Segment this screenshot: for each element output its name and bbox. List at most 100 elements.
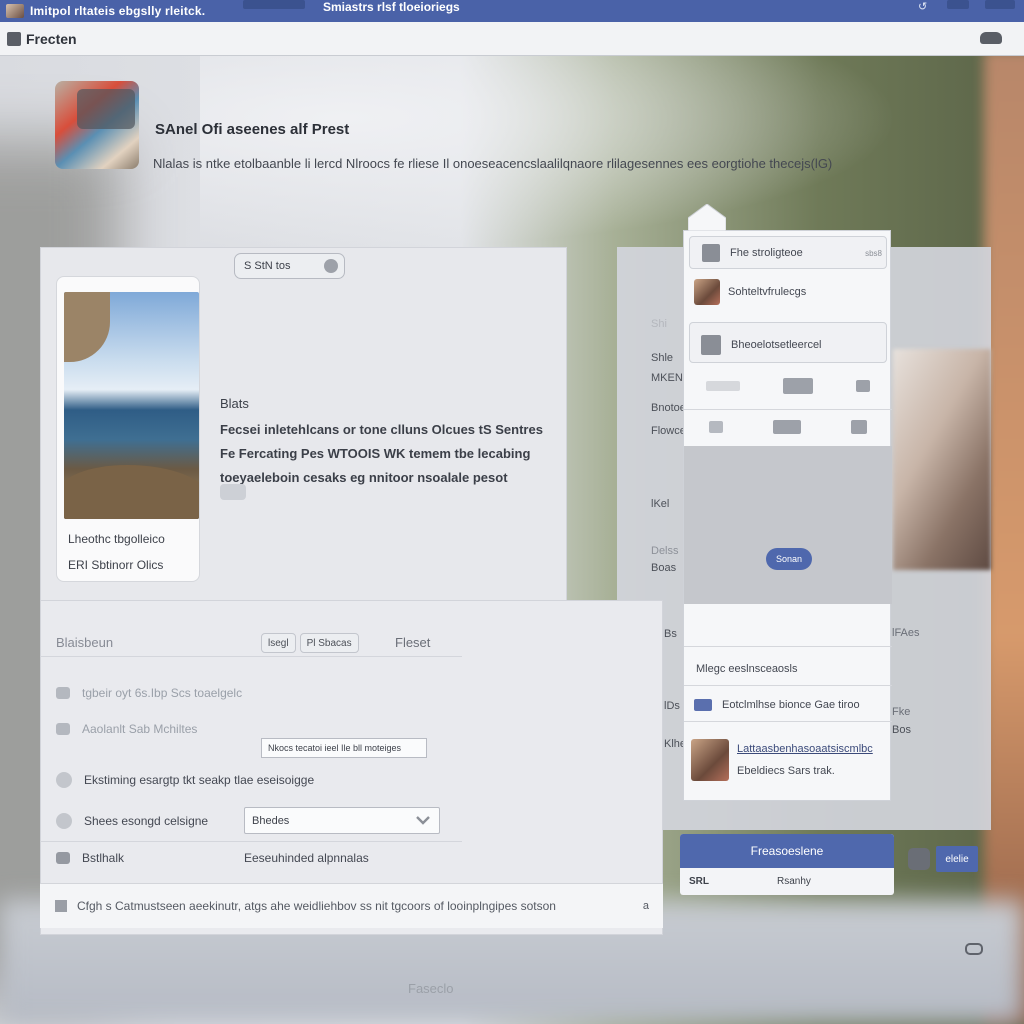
heart-icon[interactable] <box>709 421 723 433</box>
menu-item-meta: sbs8 <box>865 248 882 258</box>
tab-post[interactable]: Fleset <box>395 635 430 650</box>
camera-icon[interactable] <box>908 848 930 870</box>
chip-label: S StN tos <box>244 260 291 272</box>
dropdown-select[interactable]: Bhedes <box>244 807 440 834</box>
bg-text: Shi <box>651 318 667 330</box>
page-title: SAnel Ofi aseenes alf Prest <box>155 121 350 138</box>
menu-item[interactable]: Sohteltvfrulecgs <box>694 279 902 305</box>
menu-item-label: Bheoelotsetleercel <box>731 339 822 351</box>
dropdown-menu: Fhe stroligteoe sbs8 Sohteltvfrulecgs Bh… <box>683 204 892 801</box>
settings-row-label: Bstlhalk <box>82 851 125 865</box>
select-value: Bhedes <box>252 814 290 827</box>
menu-item-label: Fhe stroligteoe <box>730 247 803 259</box>
top-navigation-bar: Imitpol rltateis ebgslly rleitck. Smiast… <box>0 0 1024 22</box>
page-thumbnail <box>55 81 139 169</box>
user-photo <box>691 739 729 781</box>
menu-item-label: Eotclmlhse bionce Gae tiroo <box>722 699 860 711</box>
bg-text: Bs <box>664 628 677 640</box>
settings-row-label: Shees esongd celsigne <box>84 814 209 828</box>
gallery-icon[interactable] <box>782 378 813 394</box>
divider <box>40 841 462 842</box>
background-photo <box>893 349 991 570</box>
notifications-icon[interactable] <box>947 0 969 9</box>
audience-chip[interactable]: S StN tos <box>234 253 345 279</box>
post-label: Blats <box>220 396 249 411</box>
menu-item[interactable]: Fhe stroligteoe sbs8 <box>689 236 887 269</box>
page-subtitle: Nlalas is ntke etolbaanble li lercd Nlro… <box>153 156 833 171</box>
divider <box>40 656 462 657</box>
footer-end[interactable]: a <box>643 900 649 912</box>
menu-button[interactable] <box>985 0 1015 9</box>
bg-text: Flowce <box>651 425 686 437</box>
preview-area <box>684 446 892 604</box>
bg-text: MKEN <box>651 372 683 384</box>
settings-row[interactable]: Shees esongd celsigne <box>56 813 208 829</box>
tab-left[interactable]: Blaisbeun <box>56 635 113 650</box>
action-card[interactable]: Freasoeslene SRL Rsanhy <box>680 834 894 895</box>
side-button[interactable]: elelie <box>936 846 978 872</box>
settings-row[interactable]: Ekstiming esargtp tkt seakp tlae eseisoi… <box>56 772 314 788</box>
tag-icon <box>56 723 70 735</box>
tab-option[interactable]: lsegl <box>261 633 296 653</box>
settings-row[interactable]: Aaolanlt Sab Mchiltes <box>56 722 197 736</box>
photo-caption: Lheothc tbgolleico <box>68 532 165 546</box>
tab-group: lsegl Pl Sbacas <box>261 633 363 653</box>
user-photo <box>694 279 720 305</box>
sub-header: Frecten <box>0 22 1024 56</box>
text-field[interactable]: Nkocs tecatoi ieel Ile bll moteiges <box>261 738 427 758</box>
menu-item[interactable]: Bheoelotsetleercel <box>689 322 887 363</box>
page-icon <box>7 31 21 46</box>
app-title: Imitpol rltateis ebgslly rleitck. <box>30 4 206 18</box>
camera-icon <box>56 852 70 864</box>
group-icon[interactable] <box>773 420 801 434</box>
location-icon <box>56 772 72 788</box>
footer-text: Cfgh s Catmustseen aeekinutr, atgs ahe w… <box>77 899 556 913</box>
home-icon[interactable] <box>856 380 871 392</box>
menu-item-title[interactable]: Lattaasbenhasoaatsiscmlbc <box>737 743 873 755</box>
page-icon <box>701 335 721 355</box>
chevron-down-icon <box>416 816 430 825</box>
toggle-icon[interactable] <box>965 943 983 955</box>
emoji-icon[interactable] <box>220 484 246 500</box>
post-photo[interactable] <box>64 292 199 519</box>
bottom-label: Faseclo <box>408 981 454 996</box>
settings-row-right[interactable]: Eeseuhinded alpnnalas <box>244 851 369 865</box>
settings-row[interactable]: tgbeir oyt 6s.Ibp Scs toaelgelc <box>56 686 242 700</box>
reaction-row <box>684 375 892 397</box>
action-row <box>684 418 892 436</box>
bg-text: Shle <box>651 352 674 364</box>
footer-bar: Cfgh s Catmustseen aeekinutr, atgs ahe w… <box>40 883 663 928</box>
menu-item[interactable]: Eotclmlhse bionce Gae tiroo <box>694 699 902 711</box>
share-icon[interactable] <box>851 420 867 434</box>
menu-item-label: Ebeldiecs Sars trak. <box>737 765 835 777</box>
tab-option[interactable]: Pl Sbacas <box>299 633 359 653</box>
like-icon[interactable] <box>705 381 740 391</box>
settings-row-label: tgbeir oyt 6s.Ibp Scs toaelgelc <box>82 686 243 700</box>
action-card-right: Rsanhy <box>777 876 811 887</box>
menu-item[interactable]: Mlegc eeslnsceaosls <box>696 663 904 675</box>
bg-text: lFAes <box>892 627 920 639</box>
settings-icon[interactable] <box>980 32 1002 44</box>
search-input[interactable] <box>243 0 305 9</box>
avatar[interactable] <box>6 4 24 18</box>
bg-text: Boas <box>651 562 677 574</box>
settings-row-label: Ekstiming esargtp tkt seakp tlae eseisoi… <box>84 773 315 787</box>
bg-text: lDs <box>664 700 680 712</box>
primary-button[interactable]: Sonan <box>766 548 812 570</box>
document-icon <box>702 244 720 262</box>
popup-arrow <box>688 204 726 231</box>
page-heading: Smiastrs rlsf tloeioriegs <box>323 0 460 14</box>
action-card-left: SRL <box>689 876 709 887</box>
link-icon <box>694 699 712 711</box>
chip-icon <box>324 259 338 273</box>
photo-caption-secondary: ERI Sbtinorr Olics <box>68 558 164 572</box>
settings-row[interactable]: Bstlhalk <box>56 851 124 865</box>
settings-row-label: Aaolanlt Sab Mchiltes <box>82 722 198 736</box>
menu-item[interactable]: Lattaasbenhasoaatsiscmlbc Ebeldiecs Sars… <box>691 739 899 781</box>
post-text[interactable]: Fecsei inletehlcans or tone clluns Olcue… <box>220 418 550 490</box>
arrow-icon[interactable]: ↺ <box>918 0 927 13</box>
checkbox-icon[interactable] <box>55 900 67 912</box>
bg-text: lKel <box>651 498 670 510</box>
action-card-title[interactable]: Freasoeslene <box>680 834 894 868</box>
bg-text: Delss <box>651 545 679 557</box>
